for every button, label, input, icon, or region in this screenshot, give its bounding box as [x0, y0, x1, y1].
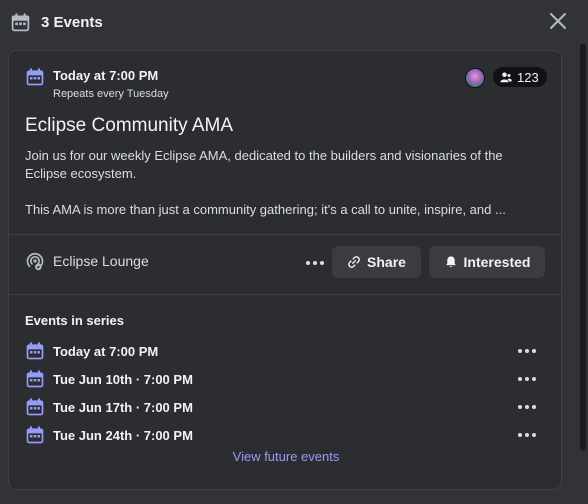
- view-future-events-link[interactable]: View future events: [9, 449, 561, 464]
- calendar-icon: [26, 398, 44, 416]
- series-item-more-button[interactable]: [516, 396, 538, 418]
- series-item[interactable]: Tue Jun 10th · 7:00 PM: [25, 369, 545, 389]
- calendar-icon: [26, 342, 44, 360]
- more-dots-icon: [306, 261, 310, 265]
- series-item-label: Tue Jun 17th · 7:00 PM: [53, 399, 193, 415]
- more-dots-icon: [532, 349, 536, 353]
- series-item-more-button[interactable]: [516, 340, 538, 362]
- link-icon: [348, 256, 360, 268]
- calendar-icon: [26, 68, 44, 86]
- calendar-icon: [26, 426, 44, 444]
- interested-button-label: Interested: [463, 254, 531, 270]
- more-dots-icon: [518, 433, 522, 437]
- series-item[interactable]: Today at 7:00 PM: [25, 341, 545, 361]
- share-button[interactable]: Share: [332, 246, 421, 278]
- more-dots-icon: [518, 405, 522, 409]
- more-dots-icon: [525, 433, 529, 437]
- event-time-label: Today at 7:00 PM: [53, 68, 159, 83]
- more-dots-icon: [518, 377, 522, 381]
- more-dots-icon: [525, 349, 529, 353]
- close-icon: [550, 13, 566, 29]
- event-location-label: Eclipse Lounge: [53, 253, 149, 269]
- event-more-button[interactable]: [304, 252, 326, 274]
- event-description-paragraph: This AMA is more than just a community g…: [25, 202, 506, 217]
- event-description-paragraph: Join us for our weekly Eclipse AMA, dedi…: [25, 148, 503, 181]
- people-icon: [500, 72, 512, 83]
- event-description: Join us for our weekly Eclipse AMA, dedi…: [25, 147, 545, 219]
- interested-button[interactable]: Interested: [429, 246, 545, 278]
- more-dots-icon: [532, 377, 536, 381]
- series-item-label: Tue Jun 10th · 7:00 PM: [53, 371, 193, 387]
- header-title: 3 Events: [41, 13, 103, 31]
- event-location[interactable]: Eclipse Lounge: [25, 251, 149, 271]
- more-dots-icon: [313, 261, 317, 265]
- series-item-more-button[interactable]: [516, 424, 538, 446]
- event-time: Today at 7:00 PM Repeats every Tuesday: [25, 67, 169, 101]
- avatar[interactable]: [465, 68, 485, 88]
- share-button-label: Share: [367, 254, 406, 270]
- divider: [9, 294, 561, 295]
- series-item-label: Tue Jun 24th · 7:00 PM: [53, 427, 193, 443]
- calendar-icon: [11, 12, 30, 31]
- series-item-label: Today at 7:00 PM: [53, 343, 159, 359]
- bell-icon: [445, 256, 456, 268]
- more-dots-icon: [525, 405, 529, 409]
- more-dots-icon: [518, 349, 522, 353]
- close-button[interactable]: [548, 11, 568, 31]
- interested-count: 123: [517, 69, 539, 85]
- interested-count-badge[interactable]: 123: [493, 67, 547, 87]
- series-title: Events in series: [25, 313, 124, 328]
- divider: [9, 234, 561, 235]
- modal-header: 3 Events: [0, 0, 588, 44]
- more-dots-icon: [532, 405, 536, 409]
- event-title: Eclipse Community AMA: [25, 115, 234, 136]
- more-dots-icon: [532, 433, 536, 437]
- scrollbar-thumb[interactable]: [580, 44, 586, 450]
- calendar-icon: [26, 370, 44, 388]
- more-dots-icon: [320, 261, 324, 265]
- stage-channel-icon: [26, 252, 44, 271]
- event-card: Today at 7:00 PM Repeats every Tuesday 1…: [8, 50, 562, 490]
- series-item[interactable]: Tue Jun 17th · 7:00 PM: [25, 397, 545, 417]
- more-dots-icon: [525, 377, 529, 381]
- event-repeat-label: Repeats every Tuesday: [53, 88, 169, 100]
- series-item-more-button[interactable]: [516, 368, 538, 390]
- series-item[interactable]: Tue Jun 24th · 7:00 PM: [25, 425, 545, 445]
